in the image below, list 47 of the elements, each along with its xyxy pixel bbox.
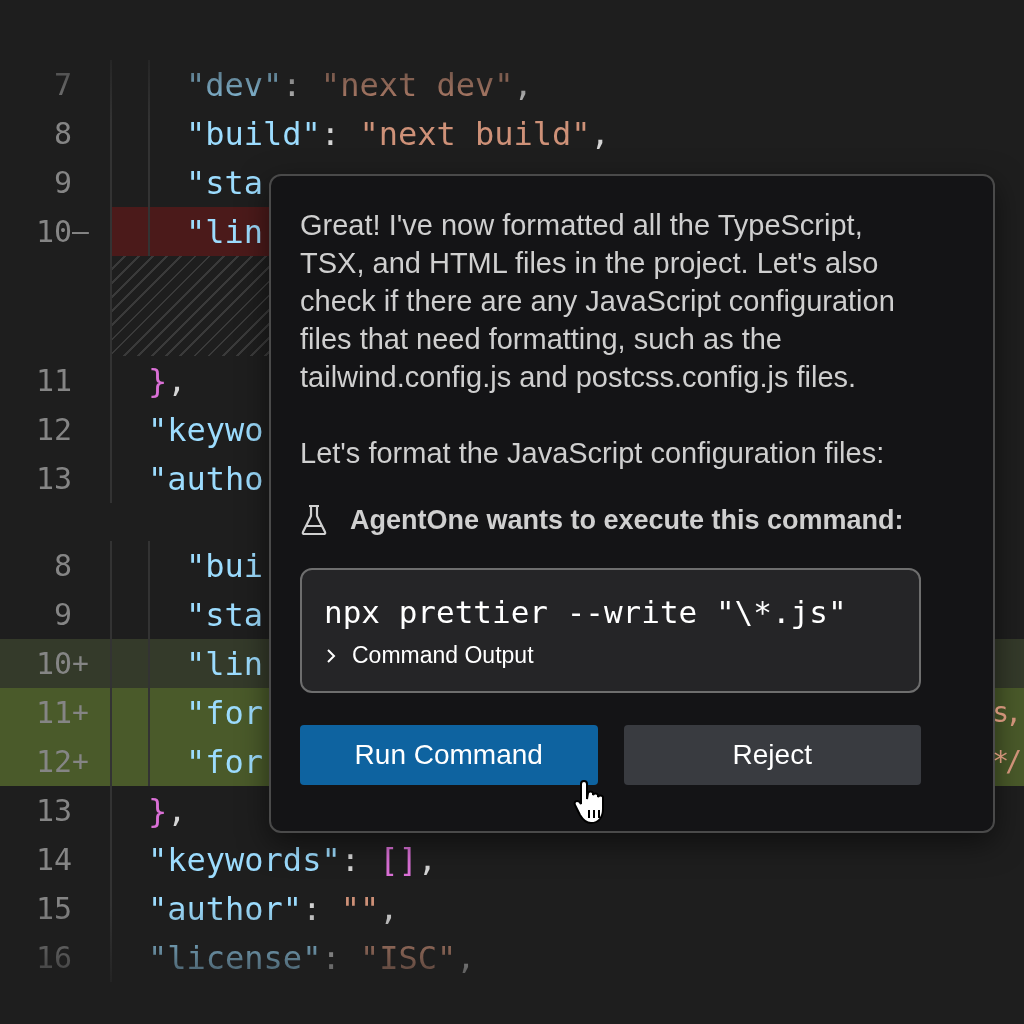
- code-line: },: [148, 791, 187, 830]
- diff-marker: +: [72, 696, 90, 729]
- code-line: "dev": "next dev",: [186, 65, 533, 104]
- code-text: */: [992, 745, 1020, 778]
- diff-marker: +: [72, 745, 90, 778]
- diff-marker: +: [72, 647, 90, 680]
- code-line: "sta: [186, 163, 264, 202]
- line-number: 13: [34, 461, 72, 496]
- code-line: "autho: [148, 459, 264, 498]
- line-number: 10: [34, 214, 72, 249]
- code-line: "author": "",: [148, 889, 399, 928]
- command-text: npx prettier --write "\*.js": [324, 594, 848, 630]
- line-number: 11: [34, 363, 72, 398]
- code-line: "lin: [186, 644, 264, 683]
- code-line: },: [148, 361, 187, 400]
- line-number: 11: [34, 695, 72, 730]
- code-line: "license": "ISC",: [148, 938, 476, 977]
- line-number: 9: [52, 597, 72, 632]
- code-line: "for: [186, 742, 264, 781]
- flask-icon: [300, 504, 328, 536]
- code-line: "keywo: [148, 410, 264, 449]
- code-line: "build": "next build",: [186, 114, 610, 153]
- line-number: 14: [34, 842, 72, 877]
- line-number: 13: [34, 793, 72, 828]
- message-text: Let's format the JavaScript configuration files:: [300, 436, 886, 471]
- prompt-heading: AgentOne wants to execute this command:: [350, 504, 904, 536]
- message-text: Great! I've now formatted all the TypeScript, TSX, and HTML files in the project. Let's also check if there are any JavaScript configuration files that need formatting, such as the tailwind.config.js and postcss.config.js files.: [300, 208, 896, 395]
- line-number: 8: [52, 548, 72, 583]
- diff-marker: —: [72, 215, 90, 248]
- reject-button[interactable]: Reject: [623, 725, 921, 785]
- output-toggle[interactable]: Command Output: [324, 642, 534, 669]
- line-number: 10: [34, 646, 72, 681]
- line-number: 12: [34, 744, 72, 779]
- code-line: "for: [186, 693, 264, 732]
- line-number: 16: [34, 940, 72, 975]
- code-line: "keywords": [],: [148, 840, 437, 879]
- line-number: 9: [52, 165, 72, 200]
- line-number: 12: [34, 412, 72, 447]
- code-line: "sta: [186, 595, 264, 634]
- code-line: "lin: [186, 212, 264, 251]
- line-number: 15: [34, 891, 72, 926]
- code-line: "bui: [186, 546, 264, 585]
- run-button[interactable]: Run Command: [300, 725, 598, 785]
- chevron-right-icon: [324, 646, 338, 665]
- code-text: s,: [992, 696, 1019, 729]
- line-number: 7: [52, 67, 72, 102]
- line-number: 8: [52, 116, 72, 151]
